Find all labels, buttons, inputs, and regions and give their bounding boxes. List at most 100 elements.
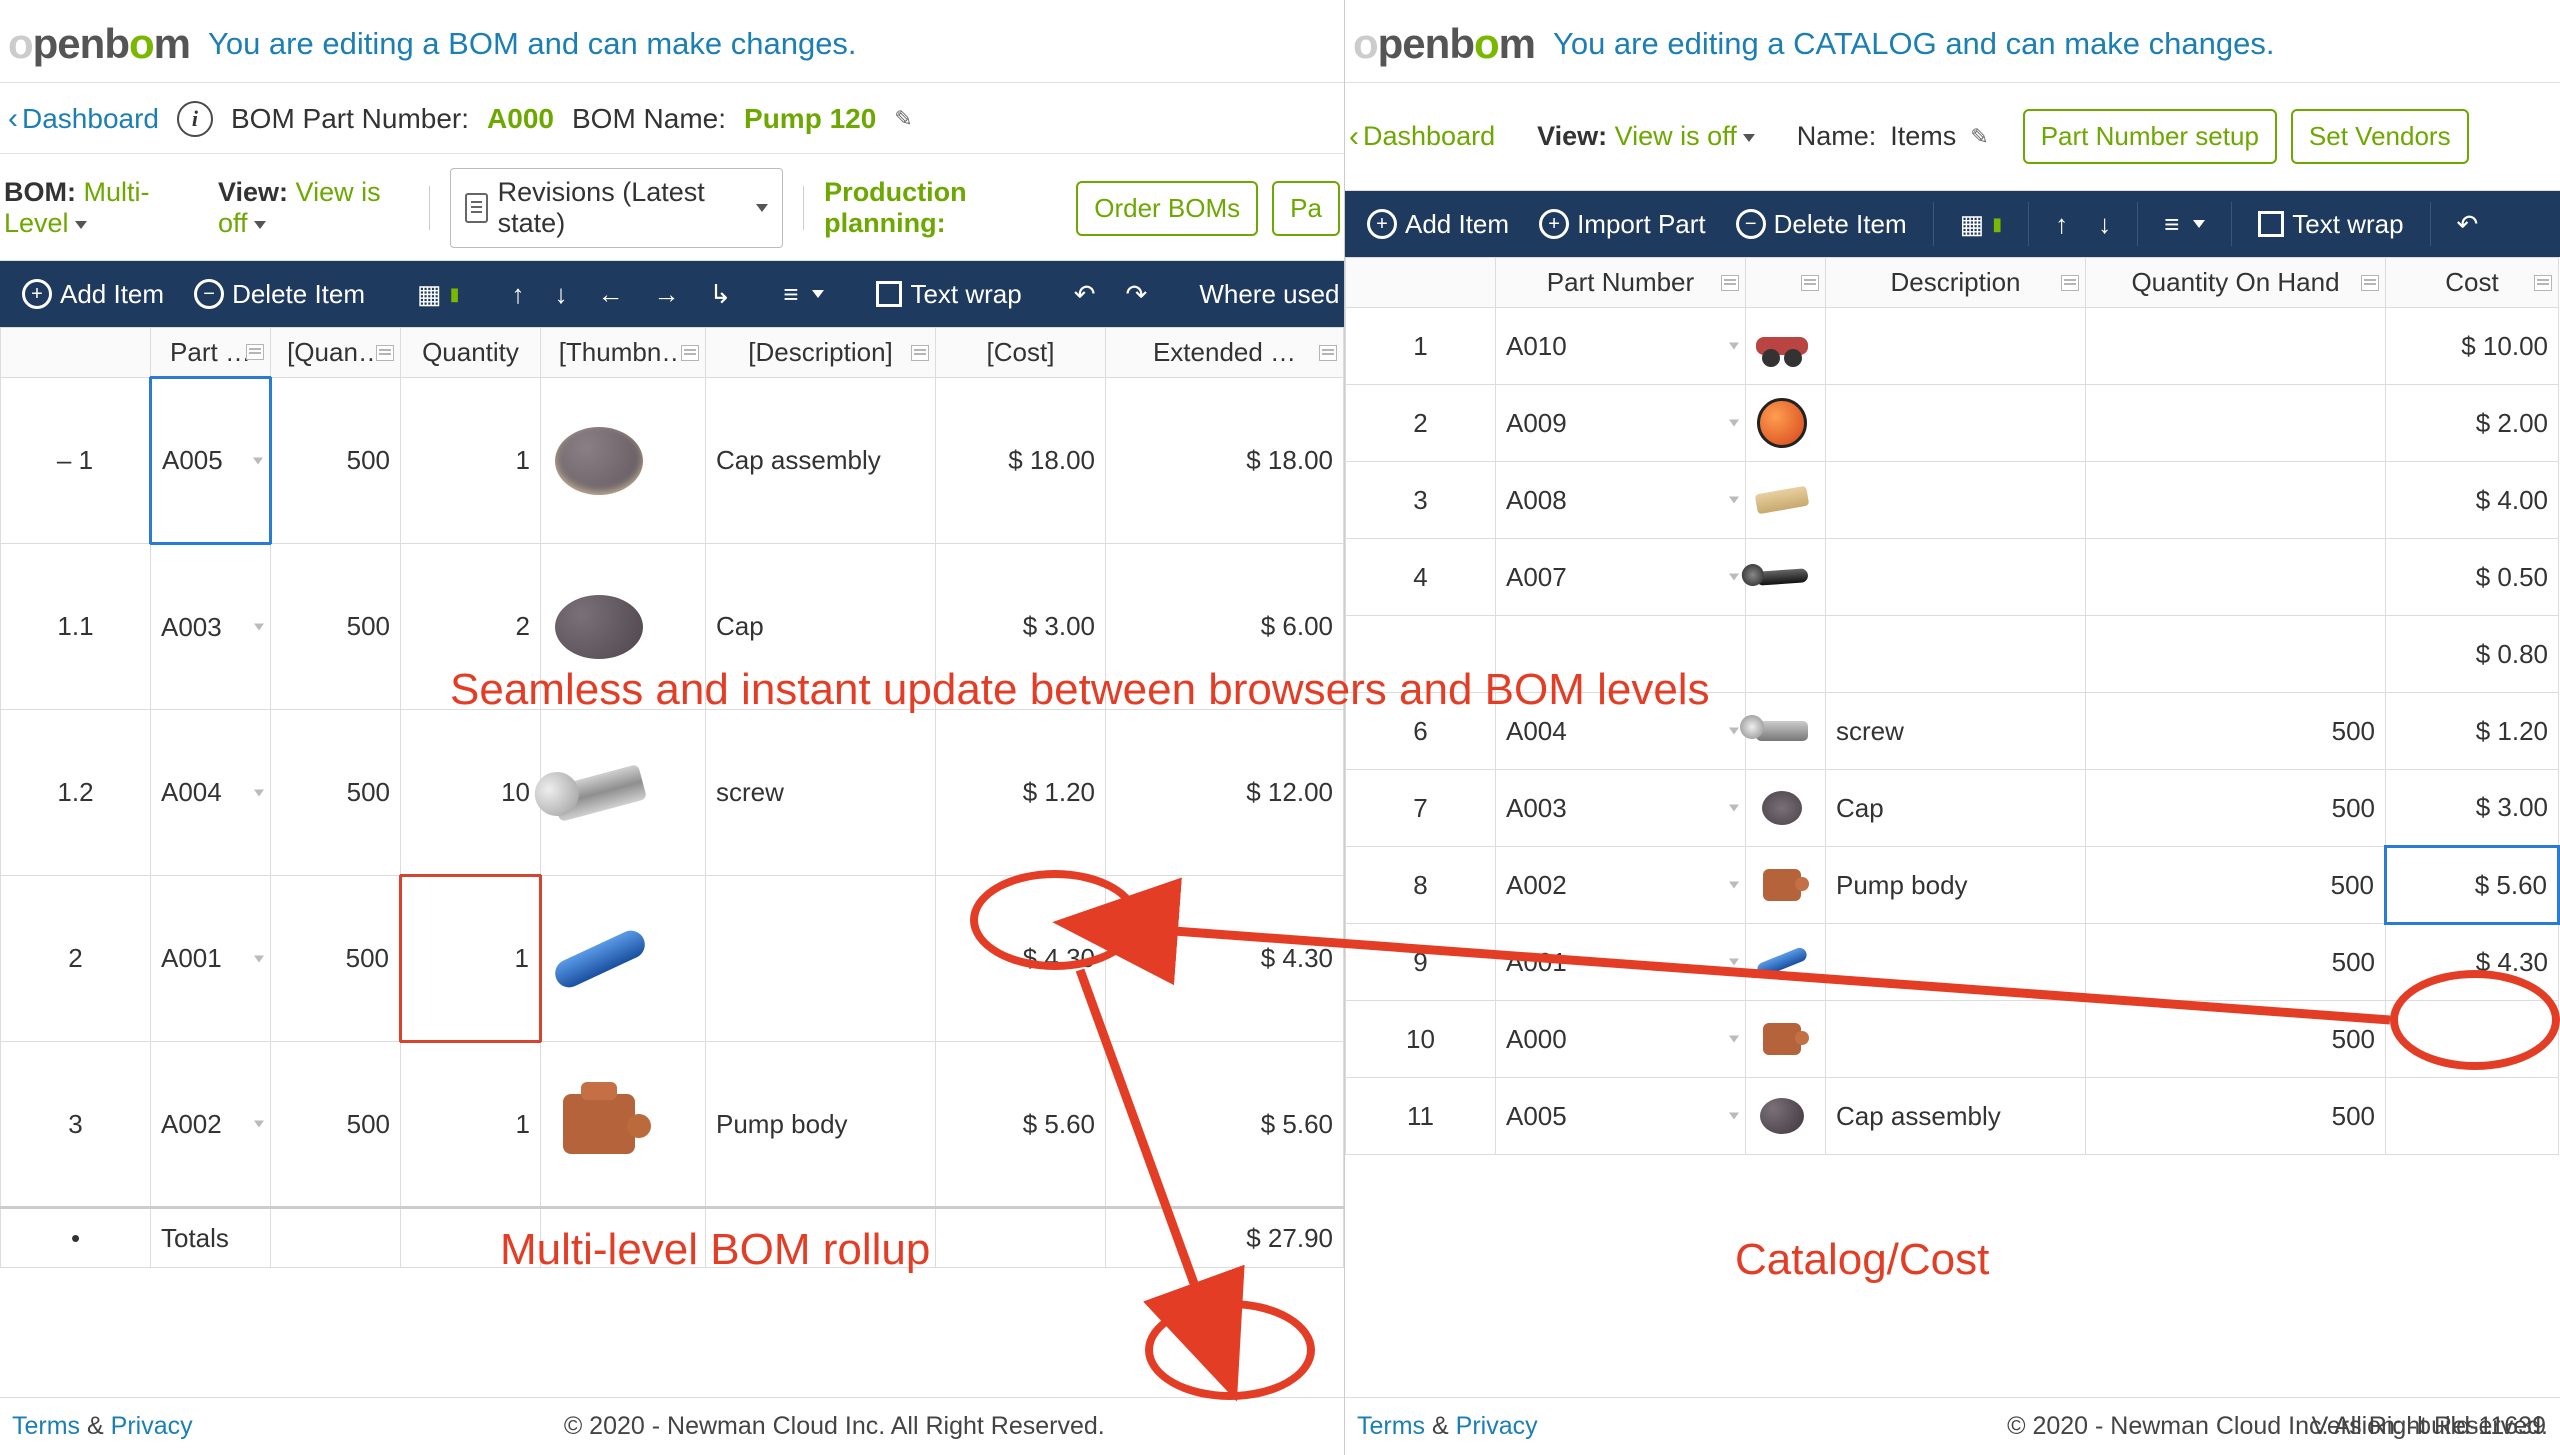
cell-cost[interactable]: $ 4.30 — [2386, 924, 2559, 1001]
cell-qoh[interactable] — [2086, 385, 2386, 462]
col-level[interactable] — [1, 328, 151, 378]
cell-qoh[interactable]: 500 — [2086, 1001, 2386, 1078]
cell-cost[interactable]: $ 0.50 — [2386, 539, 2559, 616]
table-row[interactable]: 1.2 A004 500 10 screw $ 1.20 $ 12.00 — [1, 710, 1344, 876]
cell-cost[interactable] — [2386, 1078, 2559, 1155]
add-item-button[interactable]: +Add Item — [10, 271, 176, 318]
pn-setup-button[interactable]: Part Number setup — [2023, 109, 2277, 164]
filter-icon[interactable] — [1721, 275, 1739, 291]
info-icon[interactable]: i — [177, 101, 213, 137]
cell-qoh[interactable]: 500 — [2086, 924, 2386, 1001]
cell-pn[interactable]: A001 — [151, 876, 271, 1042]
cell-quant[interactable]: 500 — [271, 1042, 401, 1208]
cell-pn[interactable]: A004 — [1496, 693, 1746, 770]
cell-cost[interactable]: $ 5.60 — [936, 1042, 1106, 1208]
cell-qty[interactable]: 1 — [401, 1042, 541, 1208]
cell-desc[interactable]: Cap — [706, 544, 936, 710]
cell-ext[interactable]: $ 12.00 — [1106, 710, 1344, 876]
cell-ext[interactable]: $ 4.30 — [1106, 876, 1344, 1042]
cell-n[interactable]: 11 — [1346, 1078, 1496, 1155]
cell-thumb[interactable] — [1746, 616, 1826, 693]
cell-level[interactable]: – 1 — [1, 378, 151, 544]
arrow-up-icon[interactable]: ↑ — [500, 271, 537, 318]
cell-thumb[interactable] — [541, 1042, 706, 1208]
cell-desc[interactable]: Cap assembly — [1826, 1078, 2086, 1155]
cell-desc[interactable] — [1826, 539, 2086, 616]
order-boms-button[interactable]: Order BOMs — [1076, 181, 1258, 236]
cell-pn[interactable]: A002 — [151, 1042, 271, 1208]
arrow-right-icon[interactable]: → — [642, 271, 692, 318]
privacy-link[interactable]: Privacy — [1456, 1412, 1538, 1440]
table-row[interactable]: 3 A002 500 1 Pump body $ 5.60 $ 5.60 — [1, 1042, 1344, 1208]
cell-thumb[interactable] — [541, 876, 706, 1042]
cell-n[interactable]: 8 — [1346, 847, 1496, 924]
cell-pn[interactable]: A003 — [151, 544, 271, 710]
edit-icon[interactable]: ✎ — [1970, 124, 1988, 150]
filter-icon[interactable] — [2534, 275, 2552, 291]
cell-pn[interactable]: A001 — [1496, 924, 1746, 1001]
cell-thumb[interactable] — [1746, 539, 1826, 616]
filter-icon[interactable] — [681, 345, 699, 361]
cell-cost[interactable]: $ 4.00 — [2386, 462, 2559, 539]
cell-n[interactable]: 4 — [1346, 539, 1496, 616]
cell-qty[interactable]: 2 — [401, 544, 541, 710]
arrow-down-icon[interactable]: ↓ — [2086, 201, 2123, 248]
cell-pn[interactable]: A005 — [1496, 1078, 1746, 1155]
terms-link[interactable]: Terms — [12, 1412, 80, 1440]
cell-qoh[interactable]: 500 — [2086, 1078, 2386, 1155]
filter-icon[interactable] — [376, 345, 394, 361]
cell-cost[interactable]: $ 18.00 — [936, 378, 1106, 544]
cell-thumb[interactable] — [1746, 770, 1826, 847]
grid-icon[interactable]: ▦▮ — [1948, 201, 2014, 248]
table-row[interactable]: $ 0.80 — [1346, 616, 2559, 693]
table-row[interactable]: 4 A007 $ 0.50 — [1346, 539, 2559, 616]
align-icon[interactable]: ≡ — [2152, 201, 2217, 248]
filter-icon[interactable] — [2361, 275, 2379, 291]
filter-icon[interactable] — [911, 345, 929, 361]
cell-ext[interactable]: $ 18.00 — [1106, 378, 1344, 544]
cell-qoh[interactable] — [2086, 308, 2386, 385]
cell-cost[interactable]: $ 1.20 — [2386, 693, 2559, 770]
cell-quant[interactable]: 500 — [271, 710, 401, 876]
delete-item-button[interactable]: −Delete Item — [182, 271, 377, 318]
filter-icon[interactable] — [246, 344, 264, 360]
cell-thumb[interactable] — [1746, 1078, 1826, 1155]
cell-level[interactable]: 2 — [1, 876, 151, 1042]
cell-qoh[interactable] — [2086, 462, 2386, 539]
cell-level[interactable]: 3 — [1, 1042, 151, 1208]
table-row[interactable]: 11 A005 Cap assembly 500 — [1346, 1078, 2559, 1155]
arrow-down-icon[interactable]: ↓ — [543, 271, 580, 318]
table-row[interactable]: 1.1 A003 500 2 Cap $ 3.00 $ 6.00 — [1, 544, 1344, 710]
cell-desc[interactable] — [1826, 1001, 2086, 1078]
arrow-up-icon[interactable]: ↑ — [2043, 201, 2080, 248]
cell-cost[interactable]: $ 0.80 — [2386, 616, 2559, 693]
cell-n[interactable]: 3 — [1346, 462, 1496, 539]
cell-cost[interactable]: $ 4.30 — [936, 876, 1106, 1042]
cell-quant[interactable]: 500 — [271, 876, 401, 1042]
cell-qoh[interactable] — [2086, 539, 2386, 616]
cell-desc[interactable]: Pump body — [706, 1042, 936, 1208]
table-row[interactable]: 9 A001 500 $ 4.30 — [1346, 924, 2559, 1001]
cell-n[interactable]: 9 — [1346, 924, 1496, 1001]
back-dashboard[interactable]: ‹Dashboard — [1349, 120, 1495, 154]
table-row[interactable]: 7 A003 Cap 500 $ 3.00 — [1346, 770, 2559, 847]
arrow-left-icon[interactable]: ← — [586, 271, 636, 318]
table-row[interactable]: 3 A008 $ 4.00 — [1346, 462, 2559, 539]
delete-item-button[interactable]: −Delete Item — [1724, 201, 1919, 248]
filter-icon[interactable] — [1801, 275, 1819, 291]
cell-cost[interactable]: $ 3.00 — [2386, 770, 2559, 847]
table-row[interactable]: 10 A000 500 — [1346, 1001, 2559, 1078]
terms-link[interactable]: Terms — [1357, 1412, 1425, 1440]
cell-desc[interactable] — [706, 876, 936, 1042]
cell-pn[interactable]: A009 — [1496, 385, 1746, 462]
cell-quant[interactable]: 500 — [271, 378, 401, 544]
cell-ext[interactable]: $ 5.60 — [1106, 1042, 1344, 1208]
cell-thumb[interactable] — [1746, 462, 1826, 539]
cell-desc[interactable] — [1826, 385, 2086, 462]
cell-n[interactable]: 2 — [1346, 385, 1496, 462]
cell-cost[interactable]: $ 1.20 — [936, 710, 1106, 876]
table-row[interactable]: – 1 A005 500 1 Cap assembly $ 18.00 $ 18… — [1, 378, 1344, 544]
cell-n[interactable]: 1 — [1346, 308, 1496, 385]
cell-qoh[interactable]: 500 — [2086, 847, 2386, 924]
grid-icon[interactable]: ▦▮ — [405, 271, 471, 318]
